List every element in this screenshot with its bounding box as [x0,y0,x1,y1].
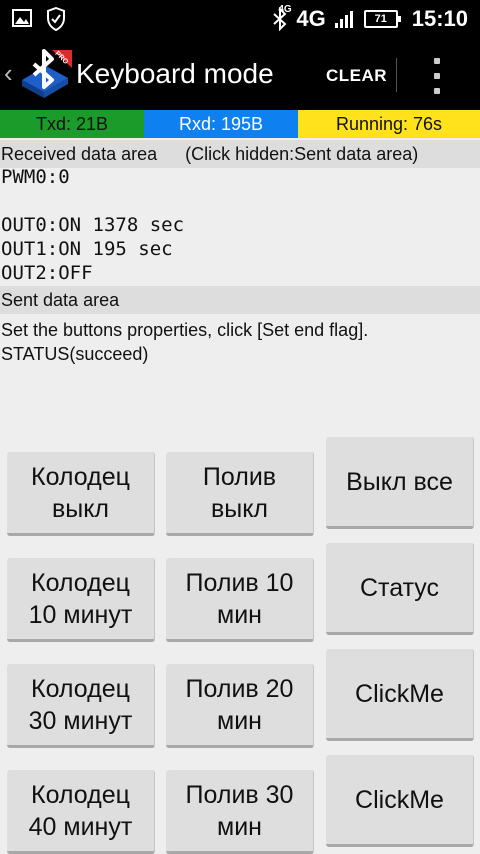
action-divider [396,58,397,92]
page-title: Keyboard mode [76,58,274,89]
network-type: 4G 4G [278,4,326,31]
txd-counter: Txd: 21B [0,110,144,138]
clear-button[interactable]: CLEAR [326,66,387,86]
watering-20-min-button[interactable]: Полив 20 мин [166,664,314,748]
sent-data-text: Set the buttons properties, click [Set e… [1,320,369,364]
status-button[interactable]: Статус [326,543,474,635]
well-off-button[interactable]: Колодец выкл [7,452,155,536]
received-area-label: Received data area [1,143,158,164]
rxd-counter: Rxd: 195B [144,110,298,138]
received-data-text: PWM0:0 OUT0:ON 1378 sec OUT1:ON 195 sec … [1,166,185,284]
all-off-button[interactable]: Выкл все [326,437,474,529]
back-chevron-icon[interactable]: ‹ [4,58,13,89]
sent-area-header[interactable]: Sent data area [0,286,480,314]
well-30-min-button[interactable]: Колодец 30 минут [7,664,155,748]
counter-bar: Txd: 21B Rxd: 195B Running: 76s [0,110,480,138]
watering-30-min-button[interactable]: Полив 30 мин [166,770,314,854]
app-logo[interactable]: PRO [18,48,72,102]
clickme-button-2[interactable]: ClickMe [326,755,474,847]
image-icon [12,9,32,27]
received-area-hint: (Click hidden:Sent data area) [185,143,419,164]
running-counter: Running: 76s [298,110,480,138]
clock: 15:10 [411,6,468,31]
overflow-menu-icon[interactable] [430,58,444,94]
network-type-small: 4G [278,4,292,15]
watering-10-min-button[interactable]: Полив 10 мин [166,558,314,642]
signal-icon [334,11,353,28]
sent-area-label: Sent data area [1,289,120,310]
status-bar: 4G 4G 71 15:10 [0,0,480,38]
well-40-min-button[interactable]: Колодец 40 минут [7,770,155,854]
received-area-header[interactable]: Received data area (Click hidden:Sent da… [0,140,480,168]
clickme-button-1[interactable]: ClickMe [326,649,474,741]
shield-check-icon [47,7,65,31]
watering-off-button[interactable]: Полив выкл [166,452,314,536]
battery-level: 71 [374,13,387,25]
battery-icon: 71 [363,10,401,28]
well-10-min-button[interactable]: Колодец 10 минут [7,558,155,642]
action-bar: ‹ PRO Keyboard mode CLEAR [0,38,480,110]
